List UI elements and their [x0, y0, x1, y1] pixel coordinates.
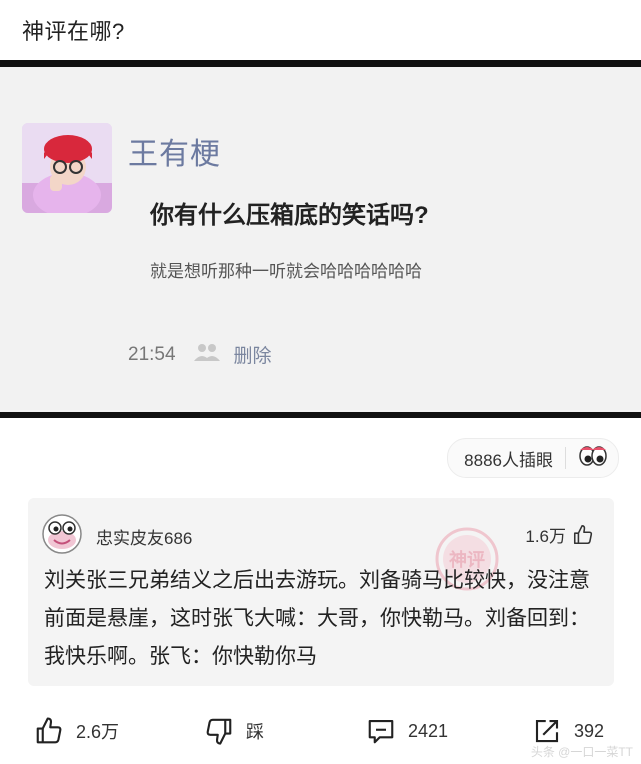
friends-icon[interactable] [192, 342, 222, 368]
comment-card: 忠实皮友686 神评 1.6万 刘关张三兄弟结义之后出去游玩。刘备骑马比较快，没… [28, 498, 614, 686]
thumbs-up-icon [36, 717, 62, 744]
thumbs-up-icon [573, 524, 593, 544]
share-button[interactable]: 392 [532, 716, 604, 746]
comment-count: 2421 [408, 720, 449, 741]
dislike-button[interactable]: 踩 [204, 716, 264, 746]
views-label: 8886人插眼 [464, 450, 553, 470]
share-count: 392 [574, 720, 605, 741]
like-count: 2.6万 [76, 722, 120, 742]
post-time: 21:54 [128, 343, 176, 365]
post-description: 就是想听那种一听就会哈哈哈哈哈哈 [150, 262, 422, 281]
comment-icon [368, 719, 394, 744]
post-title: 你有什么压箱底的笑话吗? [150, 202, 429, 229]
comment-button[interactable]: 2421 [366, 716, 448, 746]
delete-button[interactable]: 删除 [234, 341, 272, 368]
dislike-label: 踩 [246, 722, 264, 742]
share-icon [535, 719, 559, 743]
post-meta: 21:54 删除 [128, 341, 272, 368]
comment-likes-count: 1.6万 [525, 527, 566, 546]
divider-top [0, 60, 641, 67]
eyes-icon [578, 445, 608, 472]
post-card: 王有梗 你有什么压箱底的笑话吗? 就是想听那种一听就会哈哈哈哈哈哈 21:54 … [0, 67, 641, 412]
like-button[interactable]: 2.6万 [34, 716, 119, 746]
comment-text: 刘关张三兄弟结义之后出去游玩。刘备骑马比较快，没注意前面是悬崖，这时张飞大喊：大… [44, 569, 590, 668]
commenter-username[interactable]: 忠实皮友686 [96, 524, 192, 549]
author-avatar[interactable] [22, 123, 112, 213]
comment-likes[interactable]: 1.6万 [525, 522, 594, 547]
pill-separator [565, 447, 566, 469]
watermark: 头条 @一口一菜TT [530, 745, 633, 759]
divider-bottom [0, 412, 641, 418]
page-title: 神评在哪? [22, 19, 125, 44]
author-name[interactable]: 王有梗 [128, 129, 221, 173]
commenter-avatar[interactable] [42, 514, 82, 554]
thumbs-down-icon [206, 718, 232, 745]
views-pill[interactable]: 8886人插眼 [447, 438, 619, 478]
